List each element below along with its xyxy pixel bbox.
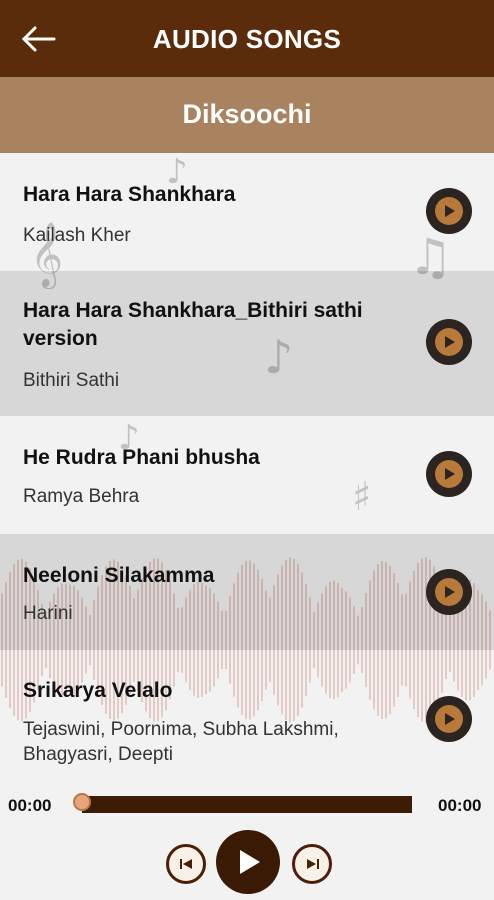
song-title: He Rudra Phani bhusha xyxy=(23,446,260,469)
song-play-button[interactable] xyxy=(426,188,472,234)
seek-thumb[interactable] xyxy=(73,793,91,811)
play-icon xyxy=(445,713,455,725)
play-pause-button[interactable] xyxy=(216,830,280,894)
play-icon xyxy=(445,586,455,598)
album-header: Diksoochi xyxy=(0,77,494,153)
previous-icon xyxy=(180,859,192,869)
song-play-button[interactable] xyxy=(426,696,472,742)
song-title: Hara Hara Shankhara_Bithiri sathi versio… xyxy=(23,299,363,350)
song-row[interactable]: He Rudra Phani bhusha Ramya Behra xyxy=(0,416,494,534)
song-play-button[interactable] xyxy=(426,451,472,497)
app-bar: AUDIO SONGS xyxy=(0,0,494,77)
elapsed-time: 00:00 xyxy=(8,796,52,815)
song-play-button[interactable] xyxy=(426,569,472,615)
song-row[interactable]: Neeloni Silakamma Harini xyxy=(0,534,494,650)
next-icon xyxy=(307,859,319,869)
song-artist: Harini xyxy=(23,603,73,624)
song-title: Neeloni Silakamma xyxy=(23,564,215,587)
song-artist: Tejaswini, Poornima, Subha Lakshmi, Bhag… xyxy=(23,719,339,765)
page-title: AUDIO SONGS xyxy=(152,24,342,54)
play-icon xyxy=(445,468,455,480)
song-title: Hara Hara Shankhara xyxy=(23,183,236,206)
song-artist: Kailash Kher xyxy=(23,225,131,246)
next-button[interactable] xyxy=(292,844,332,884)
song-row[interactable]: Hara Hara Shankhara_Bithiri sathi versio… xyxy=(0,271,494,416)
song-title: Srikarya Velalo xyxy=(23,679,173,702)
total-duration: 00:00 xyxy=(438,796,482,815)
play-icon xyxy=(240,850,260,874)
song-artist: Bithiri Sathi xyxy=(23,370,120,391)
previous-button[interactable] xyxy=(166,844,206,884)
song-play-button[interactable] xyxy=(426,319,472,365)
album-title: Diksoochi xyxy=(182,99,312,129)
song-row[interactable]: Hara Hara Shankhara Kailash Kher xyxy=(0,153,494,271)
seek-bar[interactable] xyxy=(82,796,412,813)
song-row[interactable]: Srikarya Velalo Tejaswini, Poornima, Sub… xyxy=(0,650,494,783)
song-artist: Ramya Behra xyxy=(23,486,140,507)
audio-player: 00:00 00:00 xyxy=(0,786,494,900)
play-icon xyxy=(445,205,455,217)
play-icon xyxy=(445,336,455,348)
